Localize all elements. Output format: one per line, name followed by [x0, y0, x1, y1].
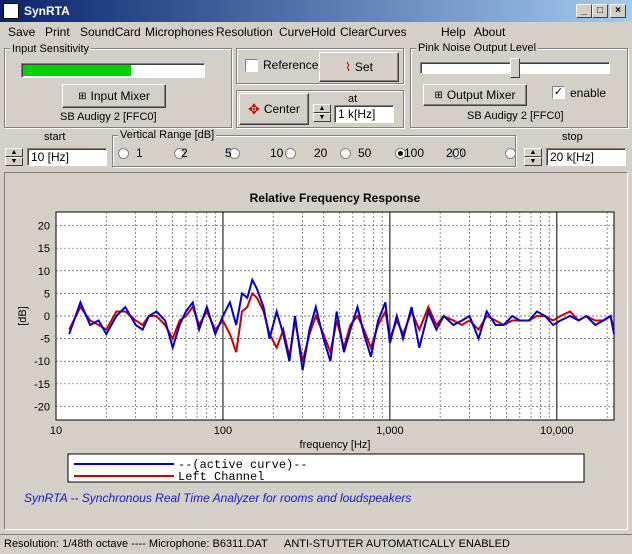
- range-label-10: 10: [270, 146, 284, 160]
- set-button[interactable]: ⌇ Set: [319, 52, 399, 82]
- stop-spinner[interactable]: ▲ ▼: [524, 148, 542, 166]
- status-message: ANTI-STUTTER AUTOMATICALLY ENABLED: [284, 538, 510, 550]
- start-spinner[interactable]: ▲ ▼: [5, 148, 23, 166]
- set-label: Set: [354, 60, 373, 74]
- y-axis-label: [dB]: [17, 306, 29, 326]
- input-device-label: SB Audigy 2 [FFC0]: [60, 111, 157, 123]
- y-tick-label: -15: [34, 379, 50, 391]
- mixer-icon: ⊞: [434, 89, 443, 101]
- input-level-meter: [21, 63, 205, 78]
- menu-soundcard[interactable]: SoundCard: [80, 25, 141, 39]
- reference-checkbox[interactable]: [245, 59, 258, 72]
- y-tick-label: -10: [34, 356, 50, 368]
- close-button[interactable]: ×: [610, 4, 626, 18]
- status-bar: Resolution: 1/48th octave ---- Microphon…: [0, 534, 632, 554]
- app-icon: [3, 3, 19, 19]
- vertical-range-label: Vertical Range [dB]: [118, 129, 217, 141]
- x-axis-label: frequency [Hz]: [300, 439, 371, 451]
- menu-microphones[interactable]: Microphones: [145, 25, 214, 39]
- pink-noise-slider-thumb[interactable]: [510, 58, 520, 78]
- reference-label: Reference: [263, 58, 319, 72]
- range-label-50: 50: [358, 146, 372, 160]
- range-label-5: 5: [225, 146, 232, 160]
- output-mixer-button[interactable]: ⊞ Output Mixer: [423, 84, 527, 106]
- input-mixer-button[interactable]: ⊞ Input Mixer: [62, 84, 166, 108]
- minimize-button[interactable]: _: [576, 4, 592, 18]
- chart-icon: ⌇: [345, 60, 351, 74]
- range-label-2: 2: [181, 146, 188, 160]
- stop-label: stop: [562, 131, 583, 143]
- y-tick-label: 0: [44, 311, 50, 323]
- caption-text: SynRTA -- Synchronous Real Time Analyzer…: [24, 491, 411, 505]
- at-input[interactable]: 1 k[Hz]: [334, 105, 394, 123]
- y-tick-label: 10: [38, 266, 50, 278]
- y-tick-label: -5: [40, 334, 50, 346]
- crosshair-icon: ✥: [248, 100, 260, 117]
- frequency-response-chart: Relative Frequency Response 20 15 10 5 0 -5 -10…: [6, 174, 626, 528]
- input-level-fill: [23, 65, 131, 76]
- x-tick-label: 10,000: [540, 425, 574, 437]
- mixer-icon: ⊞: [78, 90, 87, 102]
- menu-print[interactable]: Print: [45, 25, 70, 39]
- output-mixer-label: Output Mixer: [446, 88, 516, 102]
- center-button[interactable]: ✥ Center: [239, 93, 309, 125]
- range-radio-10[interactable]: [285, 147, 296, 159]
- at-label: at: [348, 93, 358, 105]
- menu-bar: Save Print SoundCard Microphones Resolut…: [0, 22, 632, 42]
- maximize-button[interactable]: □: [592, 4, 608, 18]
- menu-clearcurves[interactable]: ClearCurves: [340, 25, 407, 39]
- window-title: SynRTA: [24, 4, 70, 18]
- range-label-1: 1: [136, 146, 143, 160]
- start-label: start: [44, 131, 66, 143]
- enable-checkbox[interactable]: ✓: [552, 86, 565, 99]
- menu-curvehold[interactable]: CurveHold: [279, 25, 336, 39]
- legend-box: [67, 453, 585, 483]
- pink-noise-label: Pink Noise Output Level: [416, 42, 539, 54]
- input-sensitivity-label: Input Sensitivity: [10, 43, 92, 55]
- input-mixer-label: Input Mixer: [90, 89, 150, 103]
- y-tick-label: 5: [44, 288, 50, 300]
- y-tick-label: 15: [38, 243, 50, 255]
- menu-resolution[interactable]: Resolution: [216, 25, 273, 39]
- range-radio-20[interactable]: [340, 147, 351, 159]
- menu-help[interactable]: Help: [441, 25, 466, 39]
- range-label-100: 100: [404, 146, 425, 160]
- chart-title: Relative Frequency Response: [250, 191, 421, 205]
- enable-label: enable: [570, 86, 607, 100]
- stop-input[interactable]: 20 k[Hz]: [546, 148, 626, 166]
- output-device-label: SB Audigy 2 [FFC0]: [467, 110, 564, 122]
- menu-about[interactable]: About: [474, 25, 505, 39]
- legend-label: Left Channel: [178, 470, 264, 484]
- status-resolution: Resolution: 1/48th octave ---- Microphon…: [4, 538, 268, 550]
- start-input[interactable]: 10 [Hz]: [27, 148, 107, 166]
- range-radio-1[interactable]: [118, 147, 129, 159]
- y-tick-label: -20: [34, 401, 50, 413]
- menu-save[interactable]: Save: [8, 25, 35, 39]
- at-spinner[interactable]: ▲ ▼: [313, 104, 331, 122]
- x-tick-label: 100: [214, 425, 232, 437]
- range-label-200: 200: [446, 146, 467, 160]
- x-tick-label: 1,000: [376, 425, 404, 437]
- title-bar[interactable]: SynRTA _ □ ×: [0, 0, 632, 22]
- y-tick-label: 20: [38, 221, 50, 233]
- x-tick-label: 10: [50, 425, 62, 437]
- range-radio-200[interactable]: [505, 147, 516, 159]
- center-label: Center: [263, 102, 300, 116]
- range-label-20: 20: [314, 146, 328, 160]
- plot-area: [55, 211, 615, 421]
